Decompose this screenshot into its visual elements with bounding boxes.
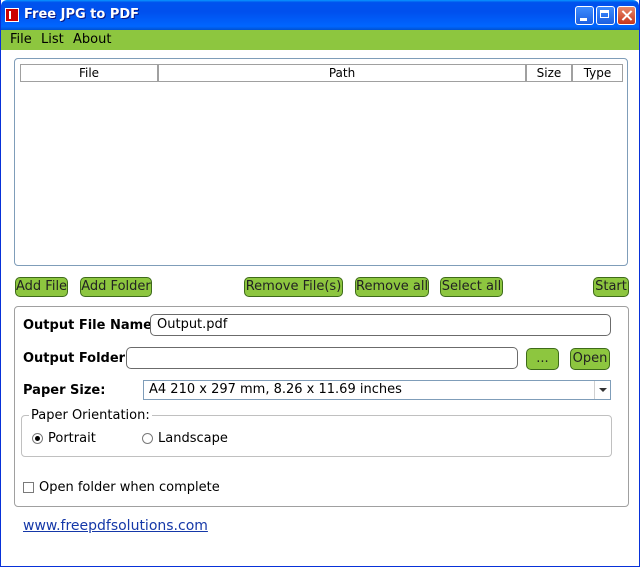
paper-size-label: Paper Size: [23, 383, 106, 398]
menu-about[interactable]: About [73, 32, 111, 47]
file-list[interactable]: File Path Size Type [14, 58, 628, 266]
open-folder-checkbox[interactable] [23, 482, 34, 493]
menu-list[interactable]: List [41, 32, 64, 47]
output-folder-label: Output Folder: [23, 351, 131, 366]
paper-size-value: A4 210 x 297 mm, 8.26 x 11.69 inches [149, 382, 402, 397]
landscape-label[interactable]: Landscape [158, 431, 228, 446]
column-header-type[interactable]: Type [572, 64, 623, 82]
output-file-name-input[interactable]: Output.pdf [150, 314, 611, 336]
add-file-button[interactable]: Add File [15, 277, 68, 297]
menu-bar: File List About [1, 30, 639, 50]
chevron-down-icon[interactable] [594, 381, 610, 399]
output-folder-input[interactable] [126, 347, 518, 369]
remove-all-button[interactable]: Remove all [355, 277, 429, 297]
output-file-name-label: Output File Name: [23, 318, 158, 333]
portrait-radio[interactable] [32, 433, 43, 444]
start-button[interactable]: Start [593, 277, 629, 297]
app-logo-icon [5, 8, 19, 22]
add-folder-button[interactable]: Add Folder [80, 277, 152, 297]
browse-folder-button[interactable]: ... [526, 348, 559, 370]
website-link[interactable]: www.freepdfsolutions.com [23, 518, 208, 534]
app-window: Free JPG to PDF File List About File Pat… [0, 0, 640, 567]
open-folder-checkbox-label[interactable]: Open folder when complete [39, 480, 220, 495]
select-all-button[interactable]: Select all [440, 277, 503, 297]
maximize-button[interactable] [596, 6, 615, 25]
column-header-file[interactable]: File [20, 64, 158, 82]
column-header-size[interactable]: Size [526, 64, 572, 82]
window-title: Free JPG to PDF [24, 7, 140, 22]
portrait-label[interactable]: Portrait [48, 431, 96, 446]
settings-panel [14, 306, 629, 507]
title-bar[interactable]: Free JPG to PDF [1, 0, 639, 30]
open-folder-button[interactable]: Open [570, 348, 610, 370]
minimize-button[interactable] [575, 6, 594, 25]
paper-orientation-label: Paper Orientation: [29, 408, 152, 423]
remove-files-button[interactable]: Remove File(s) [244, 277, 343, 297]
column-header-path[interactable]: Path [158, 64, 526, 82]
landscape-radio[interactable] [142, 433, 153, 444]
menu-file[interactable]: File [10, 32, 32, 47]
close-button[interactable] [617, 6, 636, 25]
paper-size-select[interactable]: A4 210 x 297 mm, 8.26 x 11.69 inches [143, 380, 611, 400]
